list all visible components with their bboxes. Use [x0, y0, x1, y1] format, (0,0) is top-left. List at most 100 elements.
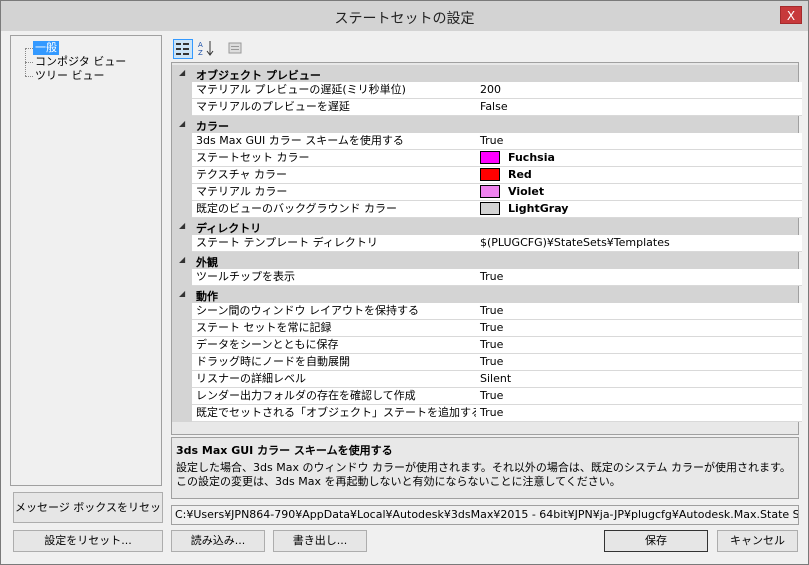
- property-value[interactable]: 200: [476, 82, 802, 99]
- property-row[interactable]: ドラッグ時にノードを自動展開 True: [172, 354, 802, 371]
- property-row[interactable]: 既定のビューのバックグラウンド カラー LightGray: [172, 201, 802, 218]
- property-name: シーン間のウィンドウ レイアウトを保持する: [192, 303, 480, 320]
- collapse-icon[interactable]: ◢: [179, 68, 185, 77]
- property-row[interactable]: ステート テンプレート ディレクトリ $(PLUGCFG)¥StateSets¥T…: [172, 235, 802, 252]
- property-row[interactable]: シーン間のウィンドウ レイアウトを保持する True: [172, 303, 802, 320]
- row-margin: [172, 184, 192, 201]
- property-name: 3ds Max GUI カラー スキームを使用する: [192, 133, 480, 150]
- row-margin: [172, 337, 192, 354]
- property-name: 既定でセットされる「オブジェクト」ステートを追加する: [192, 405, 480, 422]
- row-margin: [172, 235, 192, 252]
- reset-settings-button[interactable]: 設定をリセット...: [13, 530, 163, 552]
- property-row[interactable]: 3ds Max GUI カラー スキームを使用する True: [172, 133, 802, 150]
- property-description: 3ds Max GUI カラー スキームを使用する 設定した場合、3ds Max…: [171, 437, 799, 499]
- row-margin: [172, 388, 192, 405]
- property-value[interactable]: $(PLUGCFG)¥StateSets¥Templates: [476, 235, 802, 252]
- property-value[interactable]: Fuchsia: [476, 150, 802, 167]
- reset-message-boxes-button[interactable]: メッセージ ボックスをリセット: [13, 492, 163, 543]
- property-value[interactable]: True: [476, 354, 802, 371]
- save-button[interactable]: 保存: [604, 530, 708, 552]
- sort-az-icon[interactable]: AZ: [196, 39, 216, 59]
- property-value[interactable]: Violet: [476, 184, 802, 201]
- close-button[interactable]: X: [780, 6, 802, 24]
- property-value[interactable]: Silent: [476, 371, 802, 388]
- export-button[interactable]: 書き出し...: [273, 530, 367, 552]
- property-pages-icon[interactable]: [225, 39, 245, 59]
- config-path-field[interactable]: C:¥Users¥JPN864-790¥AppData¥Local¥Autode…: [171, 505, 799, 525]
- collapse-icon[interactable]: ◢: [179, 289, 185, 298]
- cancel-button[interactable]: キャンセル: [717, 530, 798, 552]
- property-row[interactable]: マテリアルのプレビューを遅延 False: [172, 99, 802, 116]
- tree-connector: [25, 48, 33, 49]
- property-value[interactable]: True: [476, 337, 802, 354]
- color-swatch[interactable]: [480, 150, 500, 164]
- property-name: テクスチャ カラー: [192, 167, 480, 184]
- property-row[interactable]: テクスチャ カラー Red: [172, 167, 802, 184]
- property-name: ドラッグ時にノードを自動展開: [192, 354, 480, 371]
- property-value[interactable]: True: [476, 303, 802, 320]
- color-name: LightGray: [508, 202, 569, 215]
- property-row[interactable]: 既定でセットされる「オブジェクト」ステートを追加する True: [172, 405, 802, 422]
- property-row[interactable]: ツールチップを表示 True: [172, 269, 802, 286]
- description-text: 設定した場合、3ds Max のウィンドウ カラーが使用されます。それ以外の場合…: [176, 461, 791, 488]
- property-value[interactable]: True: [476, 405, 802, 422]
- property-name: リスナーの詳細レベル: [192, 371, 480, 388]
- color-swatch[interactable]: [480, 184, 500, 198]
- collapse-icon[interactable]: ◢: [179, 255, 185, 264]
- property-row[interactable]: ステート セットを常に記録 True: [172, 320, 802, 337]
- property-name: ツールチップを表示: [192, 269, 480, 286]
- color-swatch[interactable]: [480, 201, 500, 215]
- property-name: マテリアル カラー: [192, 184, 480, 201]
- property-value[interactable]: True: [476, 269, 802, 286]
- category-label: 動作: [196, 290, 218, 303]
- row-margin: [172, 150, 192, 167]
- property-name: 既定のビューのバックグラウンド カラー: [192, 201, 480, 218]
- tree-item-general[interactable]: 一般: [33, 41, 59, 55]
- category-appearance[interactable]: ◢ 外観: [172, 252, 798, 269]
- property-row[interactable]: マテリアル プレビューの遅延(ミリ秒単位) 200: [172, 82, 802, 99]
- category-behavior[interactable]: ◢ 動作: [172, 286, 798, 303]
- color-name: Red: [508, 168, 532, 181]
- property-row[interactable]: レンダー出力フォルダの存在を確認して作成 True: [172, 388, 802, 405]
- collapse-icon[interactable]: ◢: [179, 119, 185, 128]
- row-margin: [172, 82, 192, 99]
- property-value[interactable]: True: [476, 133, 802, 150]
- property-name: レンダー出力フォルダの存在を確認して作成: [192, 388, 480, 405]
- load-button[interactable]: 読み込み...: [171, 530, 265, 552]
- category-tree[interactable]: 一般 コンポジタ ビュー ツリー ビュー: [10, 35, 162, 486]
- property-row[interactable]: データをシーンとともに保存 True: [172, 337, 802, 354]
- collapse-icon[interactable]: ◢: [179, 221, 185, 230]
- property-value[interactable]: True: [476, 320, 802, 337]
- property-toolbar: AZ: [171, 37, 799, 61]
- row-margin: [172, 99, 192, 116]
- row-margin: [172, 269, 192, 286]
- category-directory[interactable]: ◢ ディレクトリ: [172, 218, 798, 235]
- tree-item-tree-view[interactable]: ツリー ビュー: [35, 69, 105, 83]
- property-row[interactable]: リスナーの詳細レベル Silent: [172, 371, 802, 388]
- property-value[interactable]: Red: [476, 167, 802, 184]
- category-color[interactable]: ◢ カラー: [172, 116, 798, 133]
- property-row[interactable]: ステートセット カラー Fuchsia: [172, 150, 802, 167]
- property-row[interactable]: マテリアル カラー Violet: [172, 184, 802, 201]
- category-object-preview[interactable]: ◢ オブジェクト プレビュー: [172, 65, 798, 82]
- property-value[interactable]: True: [476, 388, 802, 405]
- category-label: ディレクトリ: [196, 222, 262, 235]
- svg-text:Z: Z: [198, 49, 203, 57]
- row-margin: [172, 201, 192, 218]
- row-margin: [172, 405, 192, 422]
- property-value[interactable]: False: [476, 99, 802, 116]
- settings-dialog: ステートセットの設定 X 一般 コンポジタ ビュー ツリー ビュー AZ ◢ オ…: [0, 0, 809, 565]
- tree-connector: [25, 62, 33, 63]
- tree-item-compositor-view[interactable]: コンポジタ ビュー: [35, 55, 126, 69]
- property-name: ステート セットを常に記録: [192, 320, 480, 337]
- property-name: ステート テンプレート ディレクトリ: [192, 235, 480, 252]
- property-name: データをシーンとともに保存: [192, 337, 480, 354]
- tree-connector: [25, 76, 33, 77]
- row-margin: [172, 371, 192, 388]
- title-bar: ステートセットの設定 X: [1, 1, 808, 31]
- color-swatch[interactable]: [480, 167, 500, 181]
- category-label: カラー: [196, 120, 229, 133]
- row-margin: [172, 354, 192, 371]
- property-value[interactable]: LightGray: [476, 201, 802, 218]
- categorized-icon[interactable]: [173, 39, 193, 59]
